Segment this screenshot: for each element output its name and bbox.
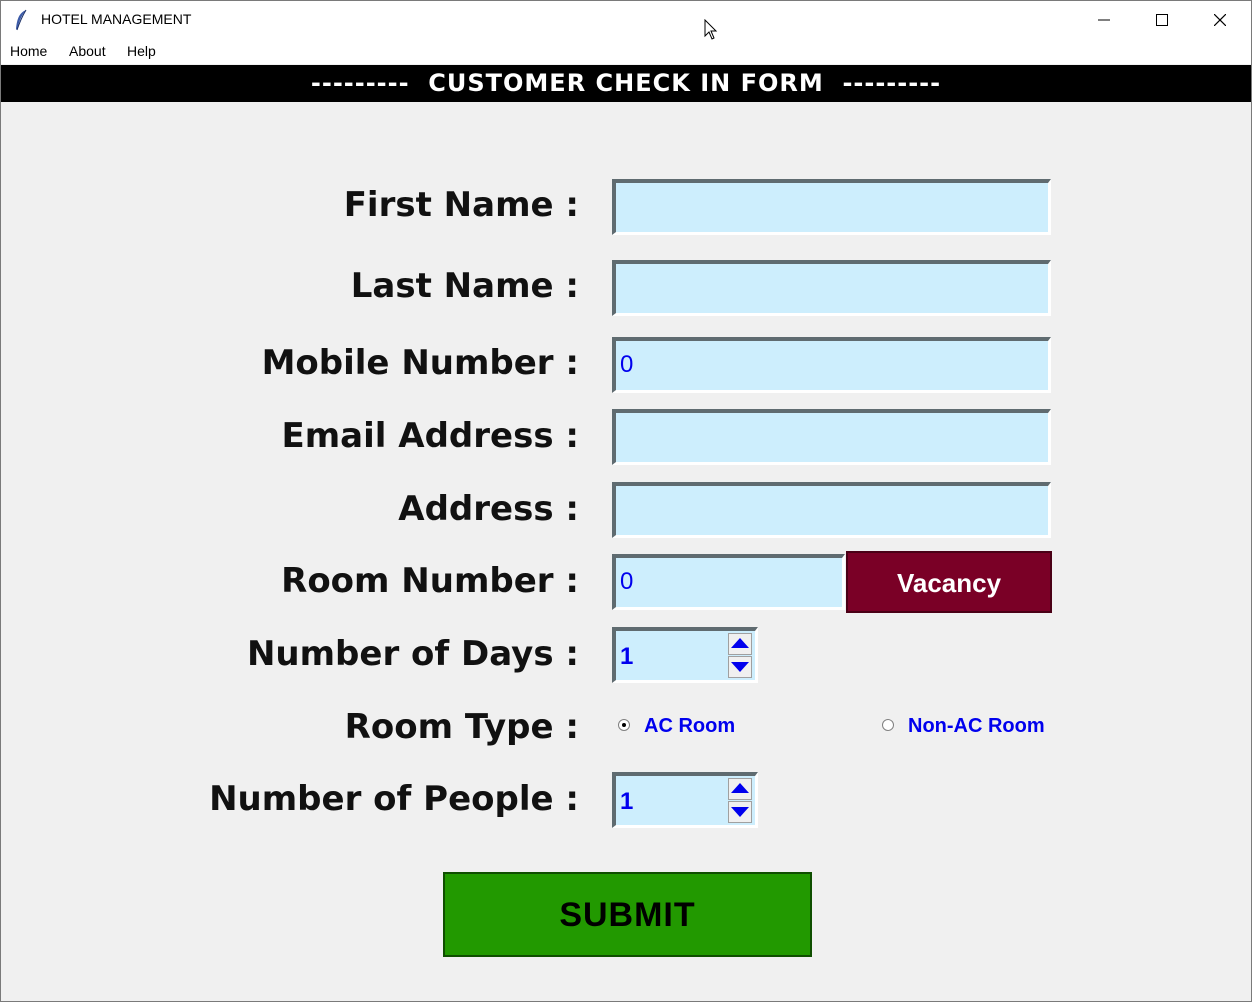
days-spin-buttons xyxy=(728,633,752,679)
non-ac-room-label[interactable]: Non-AC Room xyxy=(908,715,1045,738)
first-name-label: First Name : xyxy=(343,185,579,225)
days-increment-button[interactable] xyxy=(728,633,752,655)
people-value[interactable]: 1 xyxy=(620,788,633,816)
maximize-button[interactable] xyxy=(1134,1,1192,39)
people-increment-button[interactable] xyxy=(728,778,752,800)
minimize-icon xyxy=(1098,19,1110,21)
menu-bar: Home About Help xyxy=(1,39,1251,64)
days-label: Number of Days : xyxy=(246,634,579,674)
submit-button[interactable]: SUBMIT xyxy=(443,872,812,957)
app-window: HOTEL MANAGEMENT Home About Help -------… xyxy=(0,0,1252,1002)
arrow-up-icon xyxy=(731,638,749,648)
room-number-label: Room Number : xyxy=(281,561,579,601)
vacancy-button[interactable]: Vacancy xyxy=(846,551,1052,613)
ac-room-label[interactable]: AC Room xyxy=(644,715,735,738)
menu-about[interactable]: About xyxy=(69,43,106,59)
mobile-number-input[interactable]: 0 xyxy=(612,337,1051,393)
close-button[interactable] xyxy=(1192,1,1250,39)
radio-selected-dot xyxy=(622,723,626,727)
address-label: Address : xyxy=(398,489,579,529)
window-title: HOTEL MANAGEMENT xyxy=(41,11,192,27)
people-label: Number of People : xyxy=(209,779,579,819)
people-spin-buttons xyxy=(728,778,752,824)
last-name-input[interactable] xyxy=(612,260,1051,316)
room-number-input[interactable]: 0 xyxy=(612,554,845,610)
minimize-button[interactable] xyxy=(1076,1,1134,39)
days-decrement-button[interactable] xyxy=(728,656,752,678)
days-value[interactable]: 1 xyxy=(620,643,633,671)
arrow-down-icon xyxy=(731,662,749,672)
room-type-label: Room Type : xyxy=(344,707,579,747)
maximize-icon xyxy=(1156,14,1168,26)
title-bar[interactable]: HOTEL MANAGEMENT xyxy=(1,1,1251,39)
days-spinbox[interactable]: 1 xyxy=(612,627,758,683)
arrow-down-icon xyxy=(731,807,749,817)
email-address-label: Email Address : xyxy=(281,416,579,456)
mouse-cursor-icon xyxy=(704,19,718,40)
people-decrement-button[interactable] xyxy=(728,801,752,823)
menu-home[interactable]: Home xyxy=(10,43,47,59)
radio-circle-icon[interactable] xyxy=(618,719,630,731)
feather-icon xyxy=(16,9,27,31)
address-input[interactable] xyxy=(612,482,1051,538)
arrow-up-icon xyxy=(731,783,749,793)
radio-circle-icon[interactable] xyxy=(882,719,894,731)
close-icon xyxy=(1214,14,1226,26)
menu-help[interactable]: Help xyxy=(127,43,156,59)
email-address-input[interactable] xyxy=(612,409,1051,465)
first-name-input[interactable] xyxy=(612,179,1051,235)
last-name-label: Last Name : xyxy=(350,266,579,306)
form-header: --------- CUSTOMER CHECK IN FORM -------… xyxy=(1,65,1251,102)
mobile-number-label: Mobile Number : xyxy=(261,343,579,383)
people-spinbox[interactable]: 1 xyxy=(612,772,758,828)
